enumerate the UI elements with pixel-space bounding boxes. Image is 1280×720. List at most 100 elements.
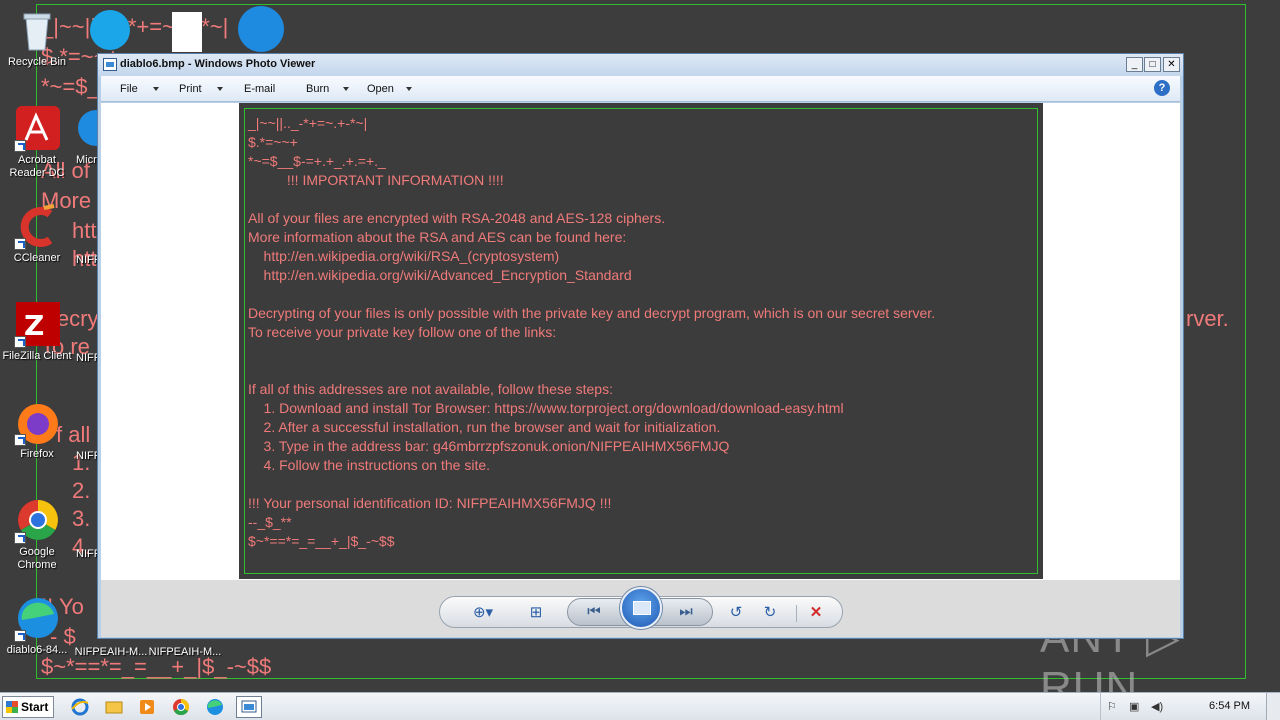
- flag-icon[interactable]: ⚐: [1107, 700, 1121, 713]
- wallpaper-text: 2.: [72, 478, 91, 503]
- window-title: diablo6.bmp - Windows Photo Viewer: [120, 58, 316, 70]
- note-line: [248, 342, 935, 361]
- note-line: 3. Type in the address bar: g46mbrrzpfsz…: [248, 438, 730, 454]
- start-label: Start: [21, 700, 49, 714]
- note-line: --_$_**: [248, 514, 292, 530]
- menu-bar: File Print E-mail Burn Open ?: [101, 76, 1180, 102]
- next-icon[interactable]: ⏭: [674, 602, 698, 622]
- rotate-cw-icon[interactable]: ↻: [758, 603, 782, 623]
- displayed-image: _|~~||.._-*+=~.+-*~| $.*=~~+ *~=$__$-=+.+_…: [239, 103, 1043, 579]
- minimize-button[interactable]: _: [1126, 57, 1143, 72]
- firefox-icon: [14, 400, 60, 446]
- file-explorer-icon[interactable]: [104, 697, 124, 717]
- note-line: _|~~||.._-*+=~.+-*~|: [248, 115, 368, 131]
- note-line: [248, 361, 935, 380]
- menu-open[interactable]: Open: [367, 83, 394, 95]
- taskbar: Start ⚐ ▣ ◀) 6:54 PM: [0, 692, 1280, 720]
- title-bar[interactable]: diablo6.bmp - Windows Photo Viewer _ □ ✕: [98, 54, 1183, 76]
- help-icon[interactable]: ?: [1154, 80, 1170, 96]
- close-button[interactable]: ✕: [1163, 57, 1180, 72]
- network-icon[interactable]: ▣: [1129, 700, 1143, 713]
- maximize-button[interactable]: □: [1144, 57, 1161, 72]
- desktop-icon-file[interactable]: NIFPEAIH-M...: [74, 646, 148, 659]
- desktop-icon-label: CCleaner: [13, 252, 61, 264]
- photo-viewer-taskbar-button[interactable]: [236, 696, 262, 718]
- media-player-icon[interactable]: [137, 697, 157, 717]
- photo-viewer-icon: [103, 58, 117, 71]
- desktop-icon-label: FileZilla Client: [2, 350, 72, 362]
- wallpaper-text: 3.: [72, 506, 91, 531]
- chevron-down-icon[interactable]: [343, 87, 349, 91]
- show-desktop-button[interactable]: [1266, 693, 1280, 720]
- note-line: *~=$__$-=+.+_.+.=+._: [248, 153, 386, 169]
- ransom-note: _|~~||.._-*+=~.+-*~| $.*=~~+ *~=$__$-=+.+_…: [248, 114, 935, 551]
- note-line: 4. Follow the instructions on the site.: [248, 457, 491, 473]
- windows-logo-icon: [6, 701, 18, 713]
- desktop-icon-ccleaner[interactable]: CCleaner: [0, 204, 74, 265]
- slideshow-button[interactable]: [620, 587, 662, 629]
- note-line: http://en.wikipedia.org/wiki/Advanced_En…: [248, 267, 632, 283]
- acrobat-icon: [14, 106, 60, 152]
- note-line: To receive your private key follow one o…: [248, 324, 557, 340]
- desktop-icon-filezilla[interactable]: Z FileZilla Client: [0, 302, 74, 363]
- wallpaper-text: htt: [72, 218, 97, 243]
- ccleaner-icon: [14, 204, 60, 250]
- desktop-icon-chrome[interactable]: Google Chrome: [0, 498, 74, 572]
- volume-icon[interactable]: ◀): [1151, 700, 1165, 713]
- note-line: All of your files are encrypted with RSA…: [248, 210, 666, 226]
- desktop-icon-diablo6[interactable]: diablo6-84...: [0, 596, 74, 657]
- recycle-bin-icon: [14, 8, 60, 54]
- wallpaper-text: rver.: [1186, 306, 1229, 331]
- actual-size-icon[interactable]: ⊞: [524, 603, 548, 623]
- filezilla-icon: Z: [14, 302, 60, 348]
- viewer-controls: ⊕▾ ⊞ ↺ ↻ ✕ ⏮ ⏭: [101, 580, 1180, 637]
- desktop-icon-label: NIFPEAIH-M...: [74, 646, 148, 658]
- chevron-down-icon[interactable]: [217, 87, 223, 91]
- note-line: Decrypting of your files is only possibl…: [248, 305, 936, 321]
- image-canvas: _|~~||.._-*+=~.+-*~| $.*=~~+ *~=$__$-=+.+_…: [101, 103, 1180, 580]
- delete-icon[interactable]: ✕: [804, 603, 828, 623]
- note-line: !!! IMPORTANT INFORMATION !!!!: [248, 172, 504, 188]
- file-icon[interactable]: [172, 12, 202, 52]
- note-line: 1. Download and install Tor Browser: htt…: [248, 400, 844, 416]
- svg-text:Z: Z: [24, 309, 44, 342]
- menu-email[interactable]: E-mail: [244, 83, 275, 95]
- desktop-icon-label: Google Chrome: [17, 546, 57, 571]
- desktop-icon-label: diablo6-84...: [6, 644, 68, 656]
- note-line: [248, 285, 935, 304]
- note-line: !!! Your personal identification ID: NIF…: [248, 495, 612, 511]
- edge-icon: [14, 596, 60, 642]
- note-line: http://en.wikipedia.org/wiki/RSA_(crypto…: [248, 248, 560, 264]
- edge-icon[interactable]: [205, 697, 225, 717]
- rotate-ccw-icon[interactable]: ↺: [724, 603, 748, 623]
- zoom-icon[interactable]: ⊕▾: [466, 603, 500, 623]
- note-line: $~*==*=_=__+_|$_-~$$: [248, 533, 395, 549]
- slideshow-icon: [633, 601, 651, 615]
- menu-burn[interactable]: Burn: [306, 83, 329, 95]
- menu-print[interactable]: Print: [179, 83, 202, 95]
- note-line: If all of this addresses are not availab…: [248, 381, 613, 397]
- note-line: $.*=~~+: [248, 134, 298, 150]
- chrome-icon[interactable]: [171, 697, 191, 717]
- desktop-icon-file[interactable]: NIFPEAIH-M...: [148, 646, 222, 659]
- note-line: [248, 475, 935, 494]
- note-line: [248, 190, 935, 209]
- note-line: More information about the RSA and AES c…: [248, 229, 627, 245]
- edge-icon[interactable]: [238, 6, 284, 52]
- internet-explorer-icon[interactable]: [70, 697, 90, 717]
- chevron-down-icon[interactable]: [153, 87, 159, 91]
- start-button[interactable]: Start: [2, 696, 54, 718]
- desktop-icon-label: Recycle Bin: [7, 56, 67, 68]
- desktop-icon-label: NIFPEAIH-M...: [148, 646, 222, 658]
- desktop-icon-firefox[interactable]: Firefox: [0, 400, 74, 461]
- clock[interactable]: 6:54 PM: [1209, 700, 1250, 712]
- note-line: 2. After a successful installation, run …: [248, 419, 721, 435]
- chrome-icon: [14, 498, 60, 544]
- photo-viewer-window: diablo6.bmp - Windows Photo Viewer _ □ ✕…: [97, 53, 1184, 639]
- desktop-icon-label: Firefox: [20, 448, 54, 460]
- skype-icon[interactable]: [90, 10, 130, 50]
- chevron-down-icon[interactable]: [406, 87, 412, 91]
- desktop-icon-recycle-bin[interactable]: Recycle Bin: [0, 8, 74, 69]
- previous-icon[interactable]: ⏮: [582, 602, 606, 622]
- menu-file[interactable]: File: [120, 83, 138, 95]
